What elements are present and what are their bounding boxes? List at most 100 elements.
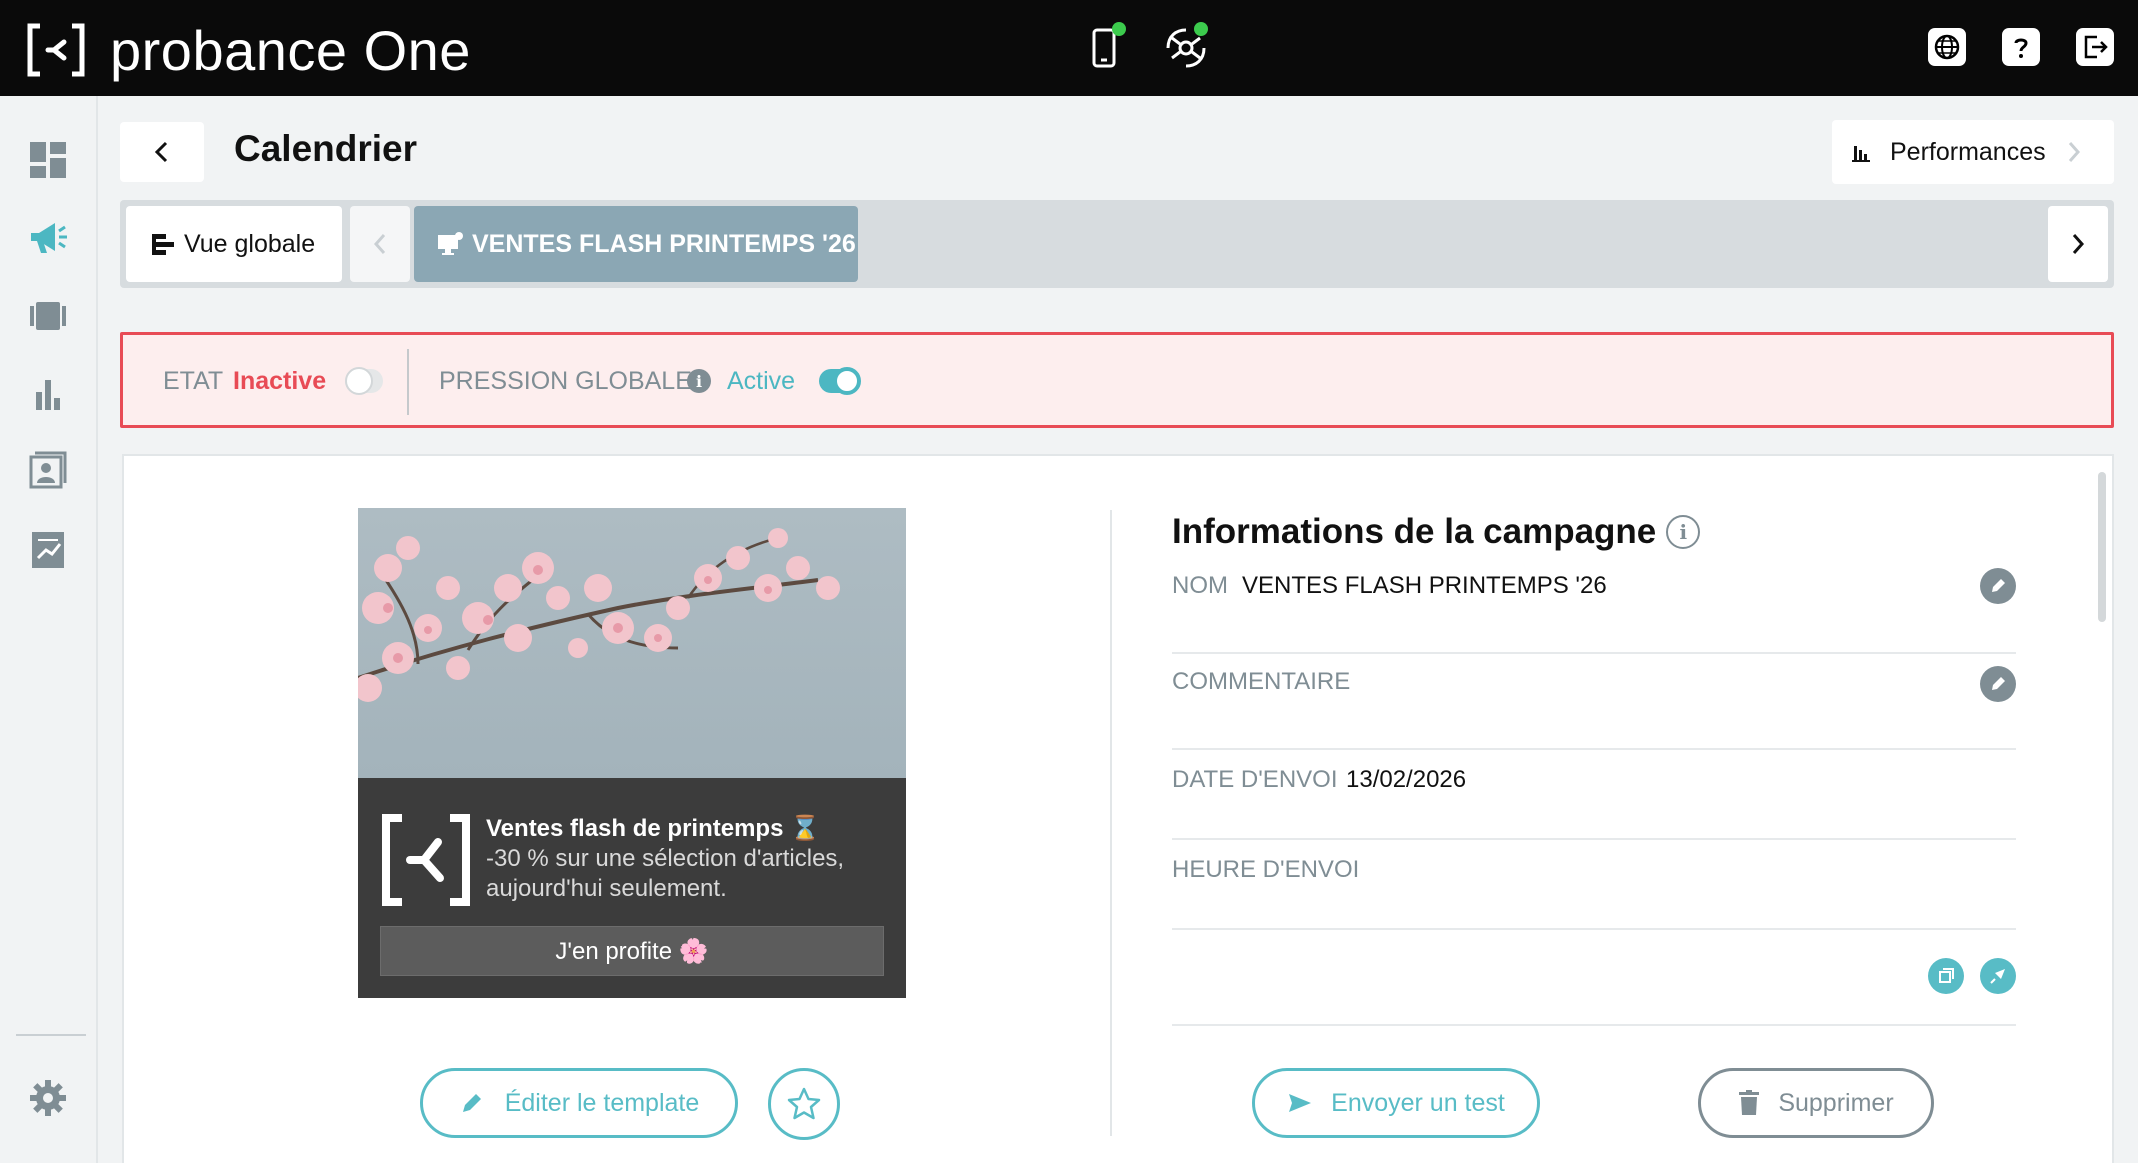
campaign-state-bar: ETAT Inactive PRESSION GLOBALE i Active [120,332,2114,428]
send-test-label: Envoyer un test [1331,1088,1505,1117]
card-divider [1110,510,1112,1136]
back-button[interactable] [120,122,204,182]
pressure-value: Active [727,367,796,395]
field-value: 13/02/2026 [1346,766,1467,793]
info-icon[interactable]: i [1666,515,1701,549]
edit-name-button[interactable] [1980,568,2016,604]
tab-global-view[interactable]: Vue globale [126,206,342,282]
mobile-icon[interactable] [1080,22,1128,72]
performances-button[interactable]: Performances [1832,120,2114,184]
preview-cta-button: J'en profite 🌸 [380,926,884,976]
sidebar-item-cards[interactable] [24,292,72,340]
gear-icon [30,1080,66,1116]
sidebar-item-settings[interactable] [24,1074,72,1122]
delete-button[interactable]: Supprimer [1698,1068,1934,1138]
tab-campaign[interactable]: VENTES FLASH PRINTEMPS '26 [414,206,858,282]
tab-next-button[interactable] [2048,206,2108,282]
field-actions-row [1172,930,2016,1026]
desktop-bell-icon [438,232,463,255]
help-icon [2014,38,2028,58]
delete-label: Supprimer [1778,1088,1894,1117]
logo-bracket-icon [27,23,85,77]
chevron-left-icon [154,141,168,163]
state-label: ETAT [163,367,224,395]
bar-chart-icon [1852,146,1870,162]
preview-title: Ventes flash de printemps ⌛ [486,815,820,842]
chevron-right-icon [2068,142,2080,162]
field-label: HEURE D'ENVOI [1172,856,1360,883]
sidebar-item-campaigns[interactable] [24,214,72,262]
state-toggle[interactable] [345,367,383,395]
pencil-icon [462,1094,481,1112]
tab-prev-button[interactable] [350,206,410,282]
pencil-icon [1992,579,2005,592]
globe-button[interactable] [1928,28,1966,66]
edit-template-button[interactable]: Éditer le template [420,1068,738,1138]
logout-button[interactable] [2076,28,2114,66]
list-tree-icon [152,234,174,255]
cherry-blossom-image [358,508,906,778]
toggle-knob [345,367,373,395]
field-name: NOM VENTES FLASH PRINTEMPS '26 [1172,556,2016,654]
favorite-button[interactable] [768,1068,840,1140]
dashboard-icon [30,142,66,178]
launch-button[interactable] [1980,958,2016,994]
app-logo[interactable]: probance One [26,18,471,82]
chevron-right-icon [2072,234,2085,254]
sidebar-item-dashboard[interactable] [24,136,72,184]
state-value: Inactive [233,367,327,395]
help-button[interactable] [2002,28,2040,66]
sidebar-divider [16,1034,86,1036]
page-title: Calendrier [234,128,418,169]
info-section-title: Informations de la campagne i [1172,512,1701,552]
trash-icon [1739,1090,1760,1115]
performances-label: Performances [1890,137,2046,166]
info-icon[interactable]: i [687,369,711,393]
state-divider [407,349,409,415]
sidebar [0,96,98,1163]
field-label: COMMENTAIRE [1172,668,1351,695]
sidebar-item-statistics[interactable] [24,370,72,418]
logout-icon [2084,35,2108,59]
tab-global-label: Vue globale [184,229,316,258]
scrollbar[interactable] [2098,472,2106,622]
tab-campaign-label: VENTES FLASH PRINTEMPS '26 [472,229,856,258]
toggle-knob [833,367,861,395]
sidebar-item-reports[interactable] [24,526,72,574]
rocket-icon [1990,969,2005,984]
pressure-toggle[interactable] [819,367,861,395]
campaign-card: Ventes flash de printemps ⌛ -30 % sur un… [122,454,2114,1163]
field-label: DATE D'ENVOI [1172,766,1338,793]
satellite-icon[interactable] [1162,22,1210,72]
field-send-time: HEURE D'ENVOI [1172,840,2016,930]
field-value: VENTES FLASH PRINTEMPS '26 [1242,572,1607,599]
info-title-text: Informations de la campagne [1172,512,1657,551]
megaphone-icon [31,223,67,253]
contacts-icon [29,451,67,489]
field-label: NOM [1172,572,1228,599]
bar-chart-icon [36,380,60,410]
report-icon [32,532,64,568]
copy-icon [1939,968,1954,983]
app-name: probance One [110,18,471,82]
sidebar-item-contacts[interactable] [24,448,72,496]
send-icon [1289,1094,1312,1112]
status-dot [1194,22,1208,36]
brand-logo-icon [382,814,470,906]
status-dot [1112,22,1126,36]
field-send-date: DATE D'ENVOI 13/02/2026 [1172,750,2016,840]
chevron-left-icon [373,234,386,254]
duplicate-button[interactable] [1928,958,1964,994]
star-icon [787,1087,821,1120]
pressure-label: PRESSION GLOBALE [439,367,692,395]
edit-template-label: Éditer le template [504,1088,700,1117]
edit-comment-button[interactable] [1980,666,2016,702]
globe-icon [1934,34,1960,60]
pencil-icon [1992,677,2005,690]
send-test-button[interactable]: Envoyer un test [1252,1068,1540,1138]
top-bar: probance One [0,0,2138,96]
campaign-tabs: Vue globale VENTES FLASH PRINTEMPS '26 [120,200,2114,288]
preview-text: -30 % sur une sélection d'articles, aujo… [486,845,845,902]
template-preview: Ventes flash de printemps ⌛ -30 % sur un… [358,508,906,998]
field-comment: COMMENTAIRE [1172,654,2016,750]
